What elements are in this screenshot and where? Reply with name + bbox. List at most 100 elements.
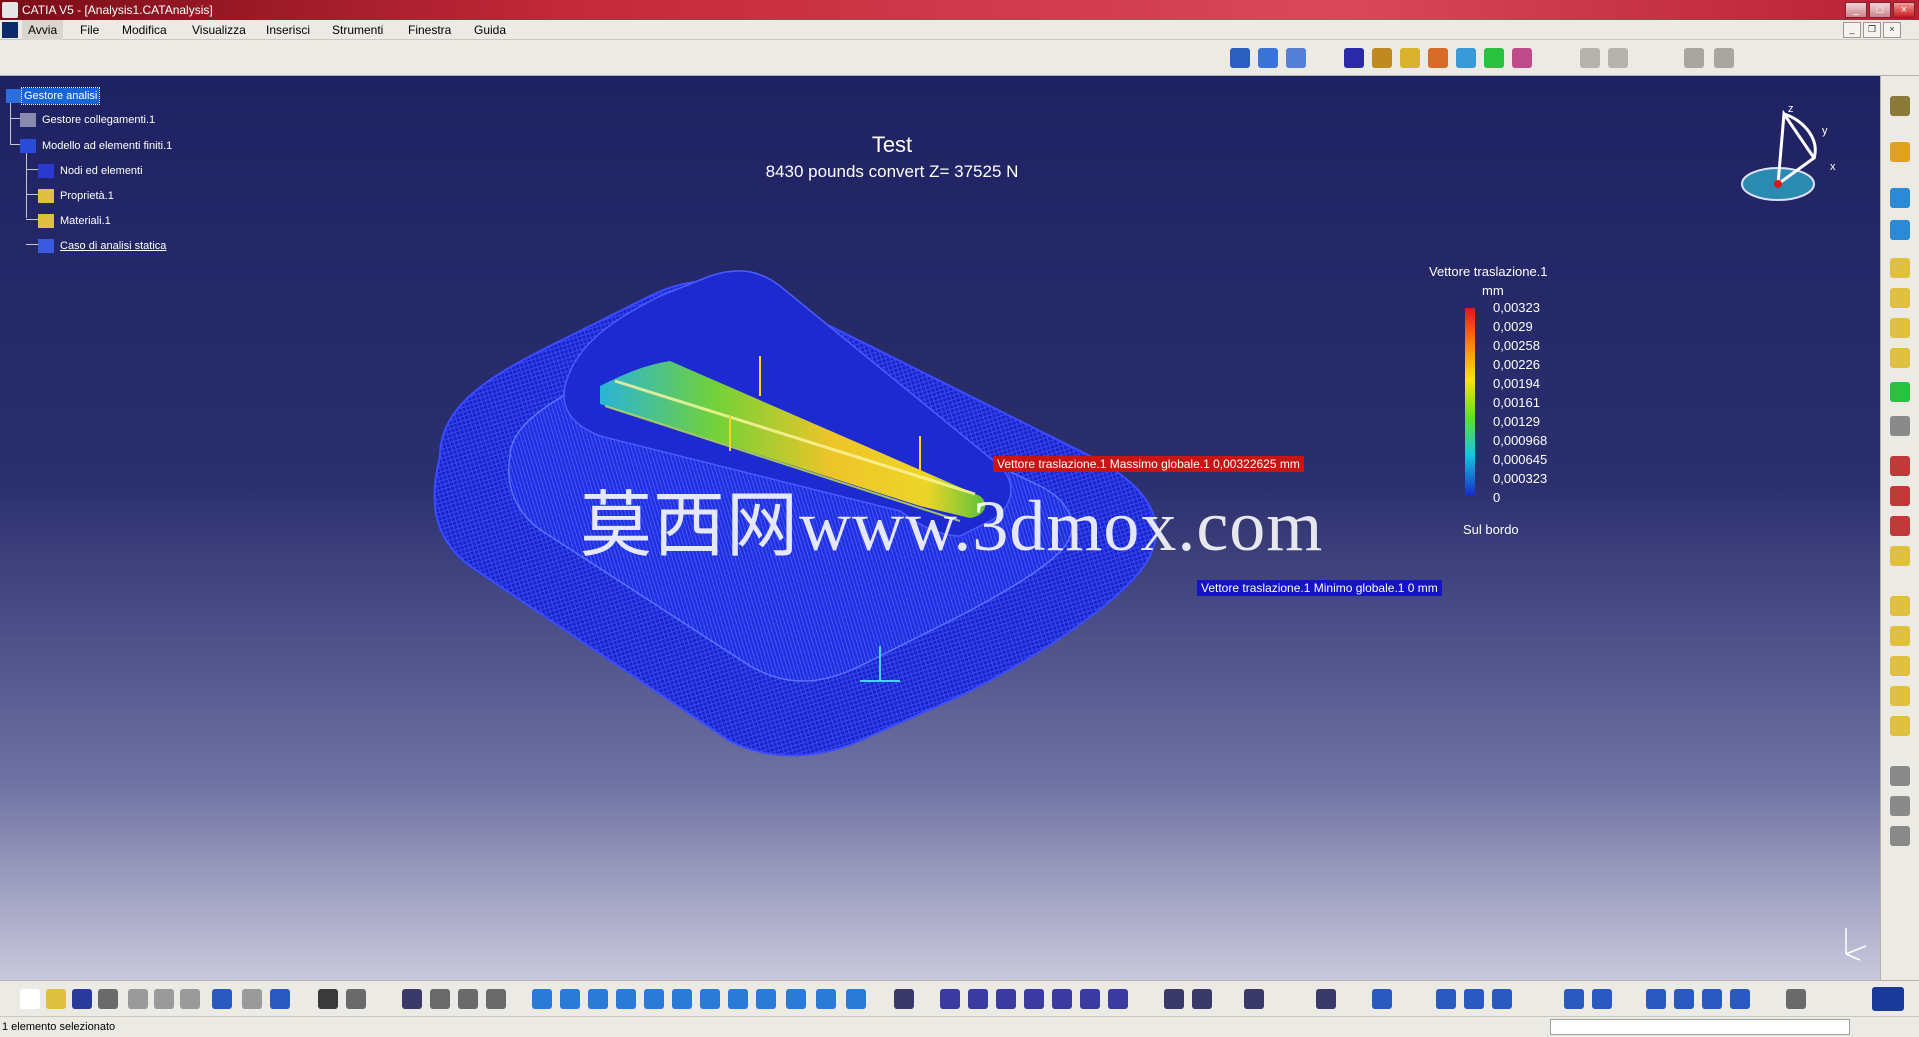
iso-view-icon[interactable] xyxy=(756,989,776,1009)
fly-mode-icon[interactable] xyxy=(532,989,552,1009)
open-folder-icon[interactable] xyxy=(46,989,66,1009)
macro-icon[interactable] xyxy=(486,989,506,1009)
menu-modifica[interactable]: Modifica xyxy=(116,20,173,40)
doc-close-button[interactable]: × xyxy=(1883,22,1901,38)
print-icon[interactable] xyxy=(98,989,118,1009)
menu-file[interactable]: File xyxy=(74,20,105,40)
view-front-icon[interactable] xyxy=(1646,989,1666,1009)
analysis-tools-icon[interactable] xyxy=(1024,989,1044,1009)
distributed-mass-icon[interactable] xyxy=(1890,486,1910,506)
settings-icon[interactable] xyxy=(1890,96,1910,116)
layer-icon[interactable] xyxy=(1890,318,1910,338)
surface-icon[interactable] xyxy=(1890,288,1910,308)
sensor-update-icon[interactable] xyxy=(1564,989,1584,1009)
catalog-icon[interactable] xyxy=(458,989,478,1009)
document-icon[interactable] xyxy=(2,22,18,38)
bearing-load-icon[interactable] xyxy=(1890,656,1910,676)
load-icon[interactable] xyxy=(1890,348,1910,368)
fit-all-icon[interactable] xyxy=(560,989,580,1009)
hide-show-icon[interactable] xyxy=(816,989,836,1009)
menu-avvia[interactable]: Avvia xyxy=(22,20,64,40)
mesh-visualization-icon[interactable] xyxy=(940,989,960,1009)
pressure-icon[interactable] xyxy=(1890,546,1910,566)
von-mises-icon[interactable] xyxy=(1400,48,1420,68)
menu-finestra[interactable]: Finestra xyxy=(402,20,457,40)
mass-icon[interactable] xyxy=(1890,456,1910,476)
node-visualization-icon[interactable] xyxy=(996,989,1016,1009)
multi-view-icon[interactable] xyxy=(728,989,748,1009)
menu-visualizza[interactable]: Visualizza xyxy=(186,20,252,40)
global-min-annotation[interactable]: Vettore traslazione.1 Minimo globale.1 0… xyxy=(1197,580,1442,596)
new-file-icon[interactable] xyxy=(20,989,40,1009)
maximize-button[interactable]: □ xyxy=(1869,2,1891,18)
measure-icon[interactable] xyxy=(1436,989,1456,1009)
view-box-icon[interactable] xyxy=(1674,989,1694,1009)
paste-icon[interactable] xyxy=(180,989,200,1009)
displacement-icon[interactable] xyxy=(1428,48,1448,68)
element-visualization-icon[interactable] xyxy=(968,989,988,1009)
menu-inserisci[interactable]: Inserisci xyxy=(260,20,316,40)
close-button[interactable]: × xyxy=(1893,2,1915,18)
specification-tree-icon[interactable] xyxy=(894,989,914,1009)
cut-plane-icon[interactable] xyxy=(1080,989,1100,1009)
restraint-tool-icon[interactable] xyxy=(1890,188,1910,208)
view-side-icon[interactable] xyxy=(1730,989,1750,1009)
sensor-options-icon[interactable] xyxy=(1714,48,1734,68)
doc-minimize-button[interactable]: _ xyxy=(1843,22,1861,38)
copy-icon[interactable] xyxy=(154,989,174,1009)
minimize-button[interactable]: _ xyxy=(1845,2,1867,18)
save-icon[interactable] xyxy=(72,989,92,1009)
deformation-icon[interactable] xyxy=(1372,48,1392,68)
rotate-icon[interactable] xyxy=(616,989,636,1009)
undo-icon[interactable] xyxy=(212,989,232,1009)
moment-icon[interactable] xyxy=(1890,626,1910,646)
command-input[interactable] xyxy=(1550,1019,1850,1035)
normal-view-icon[interactable] xyxy=(700,989,720,1009)
doc-restore-button[interactable]: ❐ xyxy=(1863,22,1881,38)
report-generate-icon[interactable] xyxy=(1244,989,1264,1009)
precision-icon[interactable] xyxy=(1484,48,1504,68)
table-icon[interactable] xyxy=(1608,48,1628,68)
menu-strumenti[interactable]: Strumenti xyxy=(326,20,389,40)
restraint-icon[interactable] xyxy=(1258,48,1278,68)
clamp-icon[interactable] xyxy=(1230,48,1250,68)
calculator-icon[interactable] xyxy=(1786,989,1806,1009)
shading-icon[interactable] xyxy=(786,989,806,1009)
animate-icon[interactable] xyxy=(1512,48,1532,68)
compass-icon[interactable]: z y x xyxy=(1738,100,1848,210)
report-icon[interactable] xyxy=(1580,48,1600,68)
zoom-in-icon[interactable] xyxy=(644,989,664,1009)
search-icon[interactable] xyxy=(1372,989,1392,1009)
comment-icon[interactable] xyxy=(346,989,366,1009)
catia-logo-icon[interactable] xyxy=(1872,987,1904,1011)
help-icon[interactable] xyxy=(270,989,290,1009)
global-max-annotation[interactable]: Vettore traslazione.1 Massimo globale.1 … xyxy=(993,456,1304,472)
sensor-tool-icon[interactable] xyxy=(1890,382,1910,402)
information-icon[interactable] xyxy=(1164,989,1184,1009)
surface-force-icon[interactable] xyxy=(1890,716,1910,736)
extrema-icon[interactable] xyxy=(1192,989,1212,1009)
inertia-icon[interactable] xyxy=(1890,516,1910,536)
advanced-restraint-icon[interactable] xyxy=(1890,220,1910,240)
view-top-icon[interactable] xyxy=(1702,989,1722,1009)
select-icon[interactable] xyxy=(1890,142,1910,162)
line-force-icon[interactable] xyxy=(1890,686,1910,706)
swap-visible-icon[interactable] xyxy=(846,989,866,1009)
pan-icon[interactable] xyxy=(588,989,608,1009)
sensor-icon[interactable] xyxy=(1684,48,1704,68)
measure-inertia-icon[interactable] xyxy=(1492,989,1512,1009)
distributed-force-icon[interactable] xyxy=(1890,596,1910,616)
compute-icon[interactable] xyxy=(1344,48,1364,68)
menu-guida[interactable]: Guida xyxy=(468,20,512,40)
face-group-icon[interactable] xyxy=(1890,826,1910,846)
sphere-icon[interactable] xyxy=(1890,416,1910,436)
cut-icon[interactable] xyxy=(128,989,148,1009)
catia-app-icon[interactable] xyxy=(2,2,18,18)
wireframe-icon[interactable] xyxy=(1592,989,1612,1009)
measure-item-icon[interactable] xyxy=(1464,989,1484,1009)
amplification-icon[interactable] xyxy=(1108,989,1128,1009)
image-edit-icon[interactable] xyxy=(1052,989,1072,1009)
box-icon[interactable] xyxy=(1890,258,1910,278)
zoom-out-icon[interactable] xyxy=(672,989,692,1009)
knowledge-icon[interactable] xyxy=(430,989,450,1009)
